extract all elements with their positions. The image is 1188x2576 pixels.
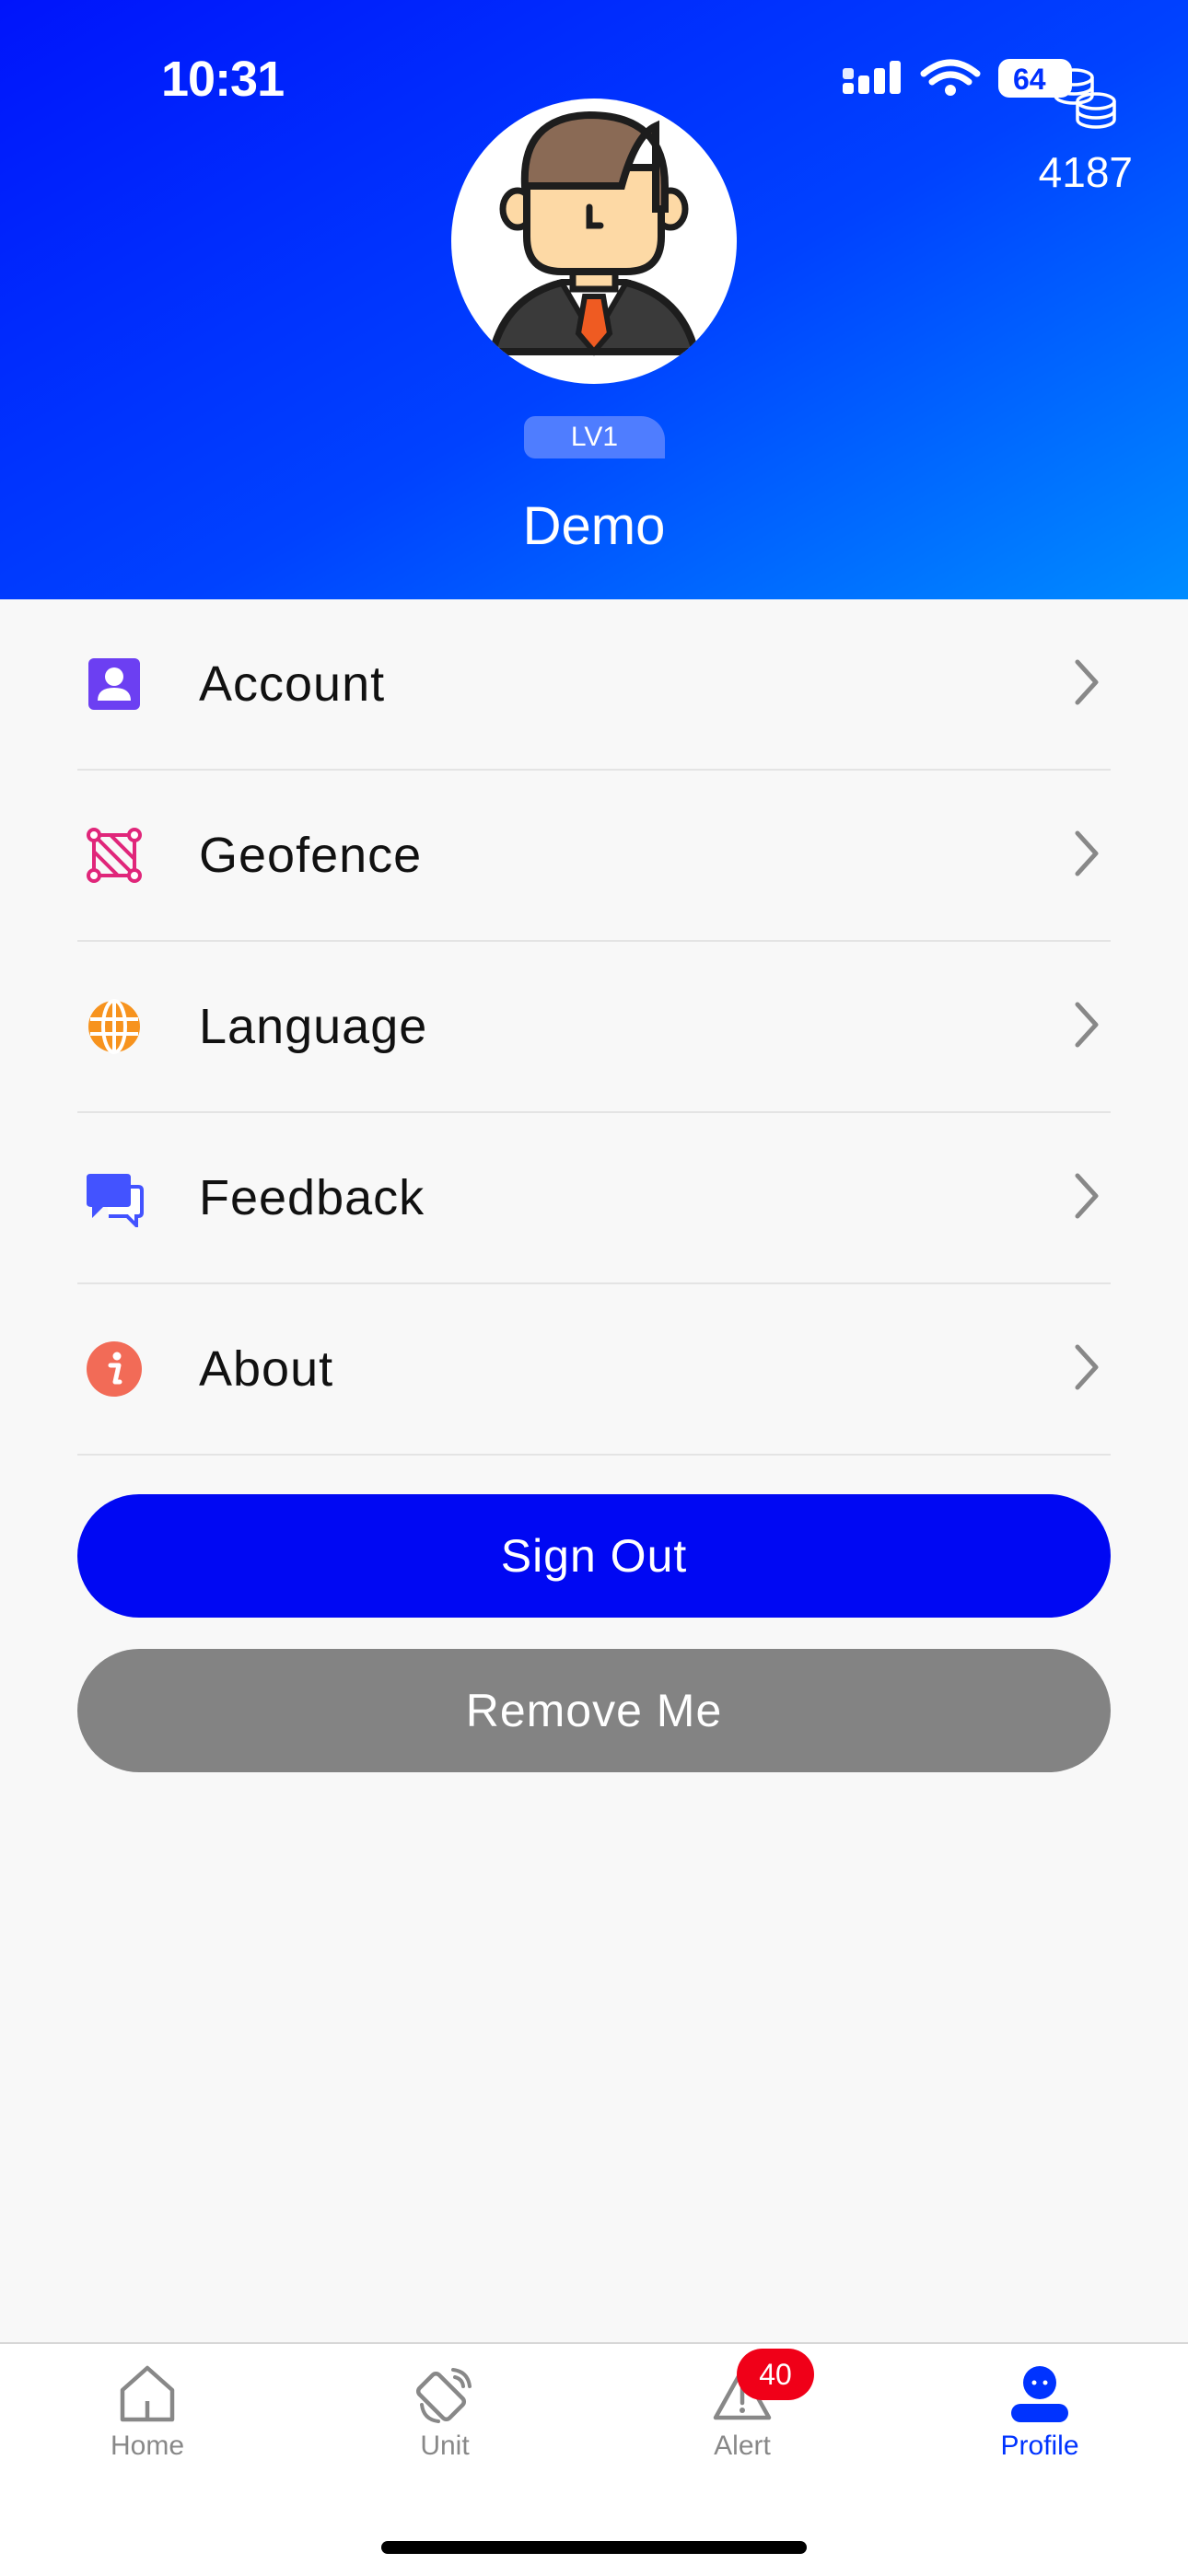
chevron-right-icon: [1075, 1002, 1099, 1048]
menu-label: Feedback: [199, 1170, 425, 1225]
menu-label: Geofence: [199, 828, 423, 883]
username: Demo: [522, 496, 666, 556]
chevron-right-icon: [1075, 659, 1099, 705]
remove-me-button[interactable]: Remove Me: [77, 1649, 1111, 1772]
tab-label: Home: [110, 2431, 185, 2461]
menu-item-geofence[interactable]: Geofence: [77, 771, 1111, 942]
tab-label: Unit: [420, 2431, 470, 2461]
battery-level: 64: [1013, 63, 1046, 96]
chat-icon: [87, 1174, 144, 1227]
geofence-icon: [87, 828, 142, 883]
tab-profile[interactable]: Profile: [948, 2362, 1132, 2462]
menu-item-account[interactable]: Account: [77, 599, 1111, 771]
chevron-right-icon: [1075, 1344, 1099, 1390]
account-icon: [88, 658, 140, 710]
chevron-right-icon: [1075, 1173, 1099, 1219]
status-icons: 64: [843, 59, 1072, 98]
menu-label: About: [199, 1341, 334, 1397]
status-time: 10:31: [161, 52, 285, 107]
sign-out-button[interactable]: Sign Out: [77, 1494, 1111, 1618]
tab-unit[interactable]: Unit: [353, 2362, 537, 2462]
profile-header: 10:31 64 4187 LV1 Demo: [0, 0, 1188, 599]
tab-label: Profile: [1000, 2431, 1079, 2461]
menu-item-feedback[interactable]: Feedback: [77, 1113, 1111, 1284]
menu-label: Account: [199, 656, 386, 712]
chevron-right-icon: [1075, 830, 1099, 876]
tab-label: Alert: [714, 2431, 771, 2461]
settings-menu: Account Geofence Language Feedback About: [77, 599, 1111, 1456]
avatar[interactable]: [451, 99, 737, 384]
unit-icon: [415, 2368, 472, 2423]
home-icon: [120, 2365, 175, 2422]
alert-count-badge: 40: [737, 2349, 814, 2400]
profile-icon: [1011, 2366, 1068, 2422]
menu-label: Language: [199, 999, 428, 1054]
menu-item-about[interactable]: About: [77, 1284, 1111, 1456]
coins-count: 4187: [1038, 148, 1133, 196]
globe-icon: [88, 999, 140, 1054]
info-icon: [87, 1341, 142, 1397]
coins-icon[interactable]: [1048, 64, 1122, 131]
businessman-avatar-icon: [487, 110, 701, 356]
tab-home[interactable]: Home: [55, 2362, 239, 2462]
menu-item-language[interactable]: Language: [77, 942, 1111, 1113]
home-indicator: [381, 2541, 807, 2554]
level-badge: LV1: [524, 416, 665, 458]
